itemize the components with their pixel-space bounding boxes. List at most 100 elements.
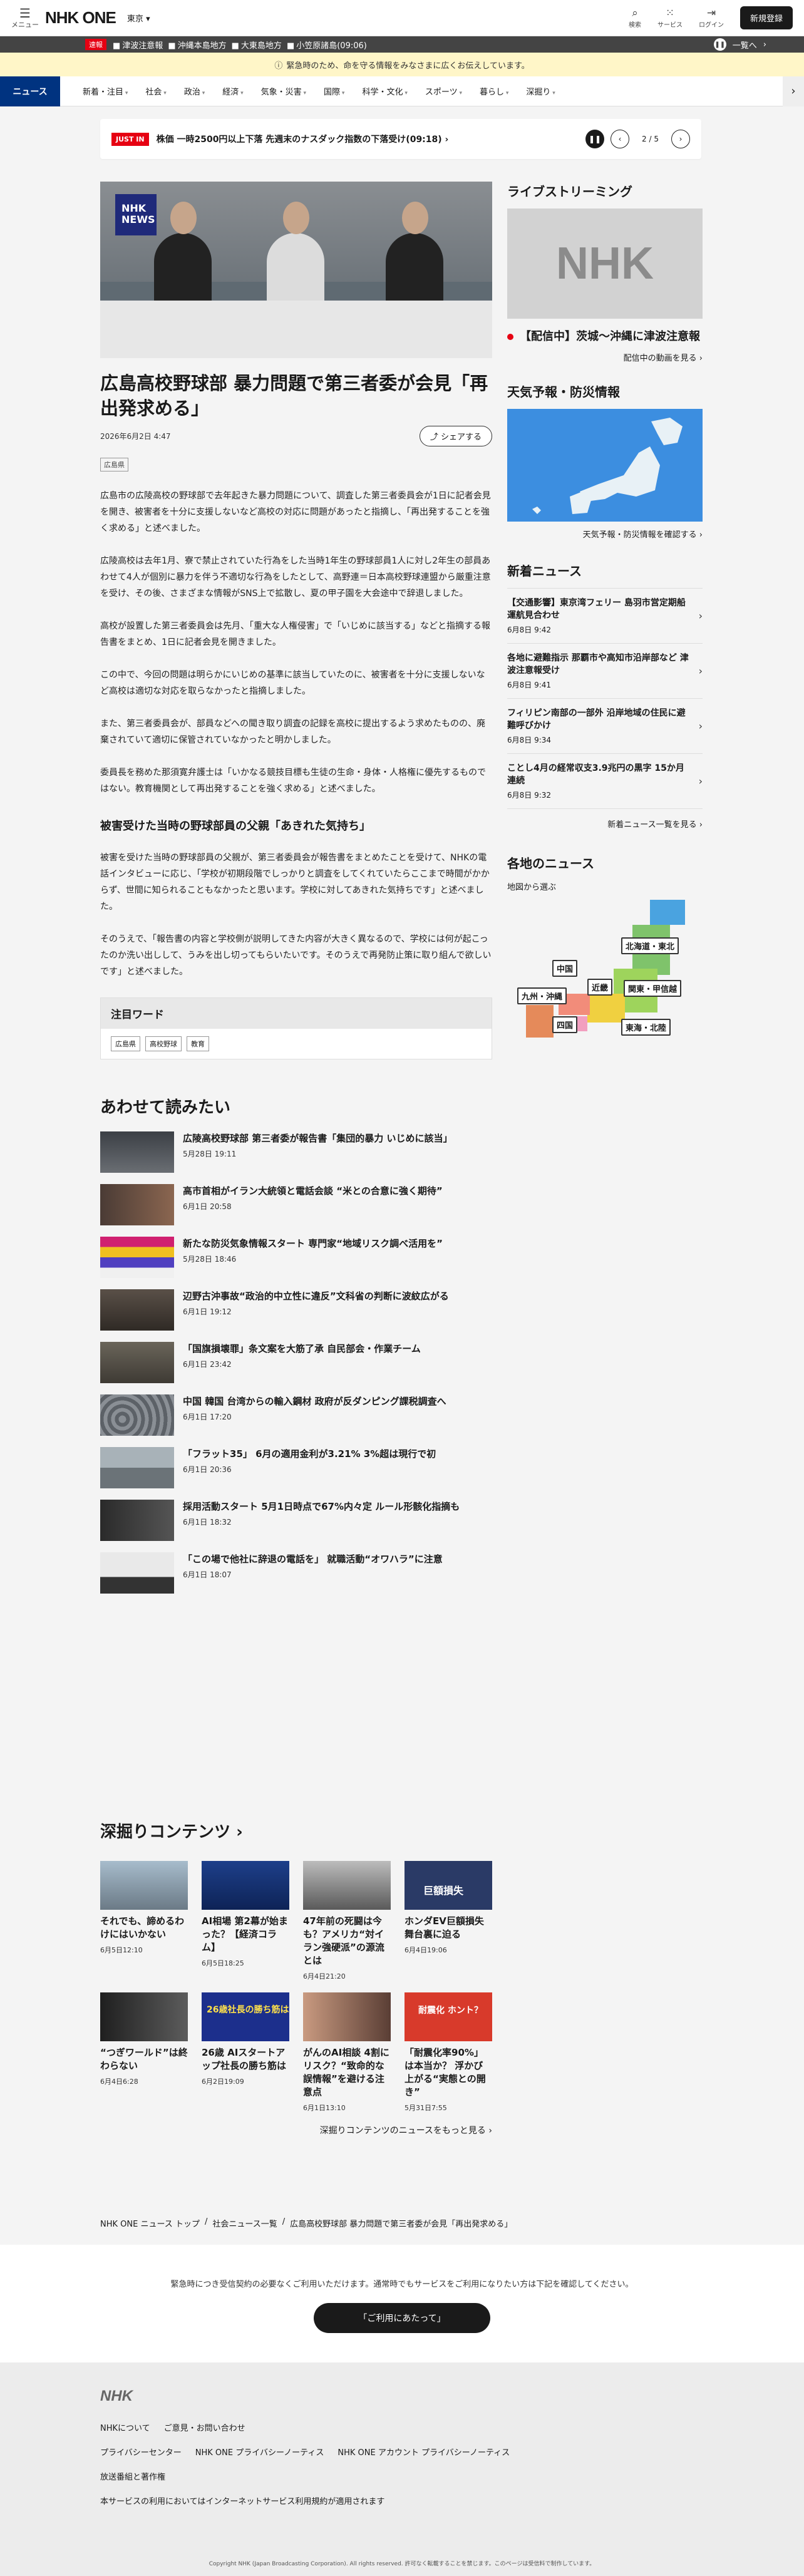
- keywords-list: 広島県 高校野球 教育: [101, 1029, 492, 1059]
- deep-content-title[interactable]: 深掘りコンテンツ ›: [100, 1819, 492, 1842]
- list-item-text: 辺野古沖事故“政治的中立性に違反”文科省の判断に波紋広がる 6月1日 19:12: [183, 1289, 449, 1333]
- keyword-tag[interactable]: 高校野球: [145, 1036, 182, 1051]
- region-kyushu-okinawa[interactable]: 九州・沖縄: [517, 987, 567, 1004]
- nav-item[interactable]: 気象・災害: [252, 85, 315, 97]
- latest-news-item[interactable]: ことし4月の経常収支3.9兆円の黒字 15か月連続 6月8日 9:32 ›: [507, 754, 703, 809]
- pause-icon[interactable]: ❚❚: [713, 38, 726, 51]
- share-button[interactable]: ⤴ シェアする: [419, 426, 492, 446]
- deep-card[interactable]: 26歳社長の勝ち筋は 26歳 AIスタートアップ社長の勝ち筋は 6月2日19:09: [202, 1992, 289, 2113]
- nhk-one-logo[interactable]: NHK ONE: [45, 8, 116, 28]
- pause-icon[interactable]: ❚❚: [585, 130, 605, 148]
- region-tokai-hokuriku[interactable]: 東海・北陸: [621, 1019, 671, 1036]
- region-kinki[interactable]: 近畿: [587, 979, 613, 996]
- card-date: 6月4日19:06: [405, 1946, 447, 1954]
- nav-item[interactable]: 経済: [214, 85, 252, 97]
- nav-item[interactable]: スポーツ: [416, 85, 471, 97]
- live-more-link[interactable]: 配信中の動画を見る ›: [507, 351, 703, 363]
- list-item[interactable]: 辺野古沖事故“政治的中立性に違反”文科省の判断に波紋広がる 6月1日 19:12: [100, 1289, 492, 1333]
- nav-scroll-right[interactable]: ›: [783, 76, 804, 106]
- footer-link[interactable]: NHK ONE プライバシーノーティス: [195, 2446, 324, 2458]
- region-selector[interactable]: 東京 ▾: [127, 12, 150, 24]
- region-chugoku[interactable]: 中国: [552, 960, 578, 977]
- list-item[interactable]: 新たな防災気象情報スタート 専門家“地域リスク調べ活用を” 5月28日 18:46: [100, 1237, 492, 1280]
- footer-link[interactable]: NHKについて: [100, 2421, 150, 2433]
- service-button[interactable]: ⁙ サービス: [657, 7, 683, 29]
- nav-item[interactable]: 深掘り: [517, 85, 564, 97]
- footer-link[interactable]: 放送番組と著作権: [100, 2470, 165, 2482]
- latest-news-item[interactable]: 各地に避難指示 那覇市や高知市沿岸部など 津波注意報受け 6月8日 9:41 ›: [507, 644, 703, 699]
- deep-card[interactable]: 巨額損失 ホンダEV巨額損失 舞台裏に迫る 6月4日19:06: [405, 1861, 492, 1981]
- article-date: 2026年6月2日 4:47: [100, 432, 171, 441]
- local-title: 各地のニュース: [507, 856, 594, 871]
- prev-icon[interactable]: ‹: [611, 130, 630, 148]
- list-item-title: 高市首相がイラン大統領と電話会談 “米との合意に強く期待”: [183, 1185, 443, 1197]
- local-map-link[interactable]: 地図から選ぶ: [507, 880, 703, 892]
- deep-card[interactable]: 耐震化 ホント？ 「耐震化率90%」は本当か？ 浮かび上がる“実態との開き” 5月3…: [405, 1992, 492, 2113]
- nav-item[interactable]: 社会: [137, 85, 175, 97]
- list-item[interactable]: 「この場で他社に辞退の電話を」 就職活動“オワハラ”に注意 6月1日 18:07: [100, 1552, 492, 1596]
- weather-map[interactable]: [507, 409, 703, 522]
- latest-more-link[interactable]: 新着ニュース一覧を見る ›: [507, 818, 703, 830]
- list-item[interactable]: 「フラット35」 6月の適用金利が3.21% 3%超は現行で初 6月1日 20:3…: [100, 1447, 492, 1491]
- ticker-controls: ❚❚ 一覧へ ›: [713, 38, 766, 51]
- keyword-tag[interactable]: 教育: [187, 1036, 209, 1051]
- list-item-date: 6月1日 20:36: [183, 1465, 232, 1474]
- just-in-headline[interactable]: 株価 一時2500円以上下落 先週末のナスダック指数の下落受け(09:18) ›: [157, 133, 585, 145]
- next-icon[interactable]: ›: [671, 130, 690, 148]
- list-item[interactable]: 採用活動スタート 5月1日時点で67%内々定 ルール形骸化指摘も 6月1日 18:…: [100, 1500, 492, 1543]
- nav-item[interactable]: 科学・文化: [353, 85, 416, 97]
- list-item-title: 「この場で他社に辞退の電話を」 就職活動“オワハラ”に注意: [183, 1553, 443, 1565]
- card-image-text: 耐震化 ホント？: [418, 2006, 483, 2016]
- latest-news-item[interactable]: フィリピン南部の一部外 沿岸地域の住民に避難呼びかけ 6月8日 9:34 ›: [507, 699, 703, 754]
- ticker-list-link[interactable]: 一覧へ: [733, 39, 757, 51]
- footer-link[interactable]: プライバシーセンター: [100, 2446, 182, 2458]
- region-hokkaido-tohoku[interactable]: 北海道・東北: [621, 937, 679, 954]
- terms-button[interactable]: 「ご利用にあたって」: [314, 2303, 490, 2333]
- list-item[interactable]: 中国 韓国 台湾からの輸入鋼材 政府が反ダンピング課税調査へ 6月1日 17:20: [100, 1394, 492, 1438]
- deep-card[interactable]: 47年前の死闘は今も？アメリカ“対イラン強硬派”の源流とは 6月4日21:20: [303, 1861, 391, 1981]
- latest-title: 新着ニュース: [507, 564, 582, 579]
- login-button[interactable]: ⇥ ログイン: [699, 7, 724, 29]
- card-image: 巨額損失: [405, 1861, 492, 1910]
- deep-more-link[interactable]: 深掘りコンテンツのニュースをもっと見る ›: [100, 2124, 492, 2136]
- list-item[interactable]: 高市首相がイラン大統領と電話会談 “米との合意に強く期待” 6月1日 20:58: [100, 1184, 492, 1228]
- nav-item[interactable]: 新着・注目: [74, 85, 137, 97]
- keyword-tag[interactable]: 広島県: [111, 1036, 140, 1051]
- breaking-ticker[interactable]: 速報 津波注意報 沖縄本島地方 大東島地方 小笠原諸島(09:06) ❚❚ 一覧…: [0, 36, 804, 53]
- live-thumbnail[interactable]: NHK: [507, 209, 703, 319]
- latest-news-item[interactable]: 【交通影響】東京湾フェリー 島羽市営定期船 運航見合わせ 6月8日 9:42 ›: [507, 589, 703, 644]
- footer-nhk-logo[interactable]: NHK: [100, 2388, 704, 2405]
- deep-card[interactable]: それでも、諦めるわけにはいかない 6月5日12:10: [100, 1861, 188, 1981]
- hero-person: [267, 202, 324, 308]
- breadcrumb-item[interactable]: NHK ONE ニュース トップ: [100, 2217, 200, 2229]
- region-shape: [526, 1005, 554, 1038]
- footer-link[interactable]: 本サービスの利用においてはインターネットサービス利用規約が適用されます: [100, 2495, 384, 2506]
- nav-news-home[interactable]: ニュース: [0, 76, 60, 106]
- nav-item[interactable]: 国際: [315, 85, 353, 97]
- thumbnail: [100, 1447, 174, 1488]
- deep-card[interactable]: “つぎワールド”は終わらない 6月4日6:28: [100, 1992, 188, 2113]
- deep-card[interactable]: AI相場 第2幕が始まった？【経済コラム】 6月5日18:25: [202, 1861, 289, 1981]
- region-shikoku[interactable]: 四国: [552, 1016, 578, 1033]
- footer-link[interactable]: ご意見・お問い合わせ: [164, 2421, 245, 2433]
- live-item-text: 【配信中】茨城～沖縄に津波注意報: [520, 330, 700, 343]
- deep-card[interactable]: がんのAI相談 4割にリスク？“致命的な誤情報”を避ける注意点 6月1日13:10: [303, 1992, 391, 2113]
- search-button[interactable]: ⌕ 検索: [629, 7, 641, 29]
- article-tag[interactable]: 広島県: [100, 458, 128, 471]
- region-kanto[interactable]: 関東・甲信越: [624, 980, 682, 997]
- list-item[interactable]: 「国旗損壊罪」条文案を大筋了承 自民部会・作業チーム 6月1日 23:42: [100, 1342, 492, 1386]
- card-image: [100, 1992, 188, 2041]
- signup-button[interactable]: 新規登録: [740, 6, 793, 29]
- weather-more-link[interactable]: 天気予報・防災情報を確認する ›: [507, 528, 703, 540]
- footer-link[interactable]: NHK ONE アカウント プライバシーノーティス: [338, 2446, 510, 2458]
- nav-item[interactable]: 政治: [175, 85, 214, 97]
- menu-button[interactable]: ☰ メニュー: [11, 7, 39, 29]
- list-item[interactable]: 広陵高校野球部 第三者委が報告書「集団的暴力 いじめに該当」 5月28日 19:1…: [100, 1131, 492, 1175]
- list-item-date: 6月1日 18:07: [183, 1570, 232, 1579]
- card-title: がんのAI相談 4割にリスク？“致命的な誤情報”を避ける注意点: [303, 2047, 389, 2098]
- live-item-title[interactable]: 【配信中】茨城～沖縄に津波注意報: [507, 329, 703, 345]
- list-item-date: 6月1日 23:42: [183, 1360, 232, 1369]
- article-paragraph: 広陵高校は去年1月、寮で禁止されていた行為をした当時1年生の野球部員1人に対し2…: [100, 556, 491, 599]
- breadcrumb-item[interactable]: 社会ニュース一覧: [212, 2217, 277, 2229]
- nav-item[interactable]: 暮らし: [471, 85, 517, 97]
